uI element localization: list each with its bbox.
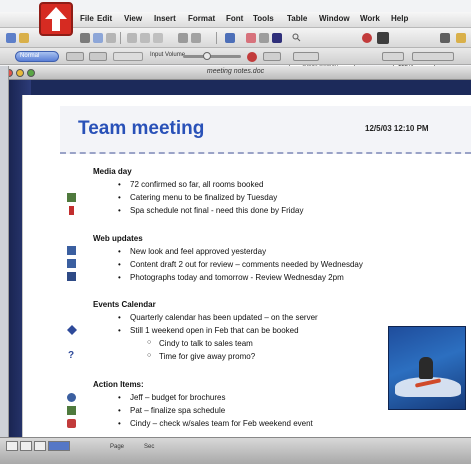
toolbar-separator xyxy=(216,32,217,44)
style-select[interactable]: Normal xyxy=(15,51,59,62)
input-volume-slider[interactable] xyxy=(183,55,241,58)
menu-table[interactable]: Table xyxy=(287,14,307,23)
camera-icon xyxy=(67,272,76,281)
new-document-icon[interactable] xyxy=(6,33,16,43)
menu-font[interactable]: Font xyxy=(226,14,243,23)
cut-icon[interactable] xyxy=(127,33,137,43)
menu-window[interactable]: Window xyxy=(319,14,350,23)
menu-tools[interactable]: Tools xyxy=(253,14,274,23)
paste-icon[interactable] xyxy=(153,33,163,43)
document-title: Team meeting xyxy=(78,118,205,139)
page-layout-view-button[interactable] xyxy=(34,441,46,451)
format-painter-icon[interactable] xyxy=(259,33,269,43)
record-button-icon[interactable] xyxy=(247,52,257,62)
menu-help[interactable]: Help xyxy=(391,14,408,23)
left-scroll-rail[interactable] xyxy=(0,66,9,437)
list-item: Catering menu to be finalized by Tuesday xyxy=(118,193,277,202)
print-icon[interactable] xyxy=(80,33,90,43)
toolbar-control[interactable] xyxy=(382,52,404,61)
up-arrow-badge[interactable] xyxy=(39,2,73,36)
schedule-icon xyxy=(67,406,76,415)
status-page: Page xyxy=(110,444,125,450)
record-options-icon[interactable] xyxy=(263,52,281,61)
copy-icon[interactable] xyxy=(140,33,150,43)
redo-icon[interactable] xyxy=(191,33,201,43)
event-icon xyxy=(67,419,76,428)
outline-view-button[interactable] xyxy=(20,441,32,451)
window-title: meeting notes.doc xyxy=(206,68,265,75)
notebook-view-button[interactable] xyxy=(48,441,70,451)
normal-view-button[interactable] xyxy=(6,441,18,451)
photo-figure xyxy=(419,357,433,379)
menu-edit[interactable]: Edit xyxy=(97,14,112,23)
pen-tool-icon[interactable] xyxy=(225,33,235,43)
money-icon xyxy=(67,393,76,402)
status-section: Sec xyxy=(144,444,155,450)
section-heading: Web updates xyxy=(93,234,143,243)
eraser-icon[interactable] xyxy=(246,33,256,43)
media-controls-group[interactable] xyxy=(293,52,319,61)
list-item: Content draft 2 out for review – comment… xyxy=(118,260,363,269)
alignment-group[interactable] xyxy=(113,52,143,61)
list-item: Photographs today and tomorrow - Review … xyxy=(118,273,344,282)
list-item: 72 confirmed so far, all rooms booked xyxy=(118,180,263,189)
screen: File Edit View Insert Format Font Tools … xyxy=(0,0,471,464)
document-icon xyxy=(67,259,76,268)
menu-view[interactable]: View xyxy=(124,14,142,23)
record-icon[interactable] xyxy=(362,33,372,43)
up-arrow-icon xyxy=(45,7,67,31)
list-sub-item: Time for give away promo? xyxy=(147,352,255,361)
print-preview-icon[interactable] xyxy=(93,33,103,43)
surfer-photo xyxy=(388,326,466,410)
undo-icon[interactable] xyxy=(178,33,188,43)
menu-work[interactable]: Work xyxy=(360,14,380,23)
toolbox-icon[interactable] xyxy=(272,33,282,43)
list-item: Spa schedule not final - need this done … xyxy=(118,206,303,215)
document-date: 12/5/03 12:10 PM xyxy=(365,124,429,133)
monitor-icon xyxy=(67,246,76,255)
list-item: Still 1 weekend open in Feb that can be … xyxy=(118,326,299,335)
search-icon xyxy=(292,33,301,42)
section-heading: Events Calendar xyxy=(93,300,156,309)
list-item: Quarterly calendar has been updated – on… xyxy=(118,313,318,322)
spelling-icon[interactable] xyxy=(106,33,116,43)
calendar-icon xyxy=(67,193,76,202)
section-heading: Media day xyxy=(93,167,132,176)
assistant-icon[interactable] xyxy=(456,33,466,43)
flag-icon xyxy=(69,206,74,215)
gallery-icon[interactable] xyxy=(377,32,389,44)
menu-file[interactable]: File xyxy=(80,14,94,23)
input-volume-label: Input Volume xyxy=(150,52,186,58)
toolbar-control[interactable] xyxy=(412,52,454,61)
list-item: Jeff – budget for brochures xyxy=(118,393,226,402)
font-select[interactable] xyxy=(66,52,84,61)
open-folder-icon[interactable] xyxy=(19,33,29,43)
question-mark-icon: ? xyxy=(68,350,75,361)
section-heading: Action Items: xyxy=(93,380,144,389)
list-item: New look and feel approved yesterday xyxy=(118,247,266,256)
toolbar-separator xyxy=(120,32,121,44)
input-volume-thumb[interactable] xyxy=(203,52,211,60)
menu-format[interactable]: Format xyxy=(188,14,215,23)
help-icon[interactable] xyxy=(440,33,450,43)
diamond-icon xyxy=(67,325,77,335)
list-sub-item: Cindy to talk to sales team xyxy=(147,339,253,348)
size-select[interactable] xyxy=(89,52,107,61)
list-item: Cindy – check w/sales team for Feb weeke… xyxy=(118,419,313,428)
list-item: Pat – finalize spa schedule xyxy=(118,406,225,415)
status-bar xyxy=(0,437,471,464)
menu-insert[interactable]: Insert xyxy=(154,14,176,23)
